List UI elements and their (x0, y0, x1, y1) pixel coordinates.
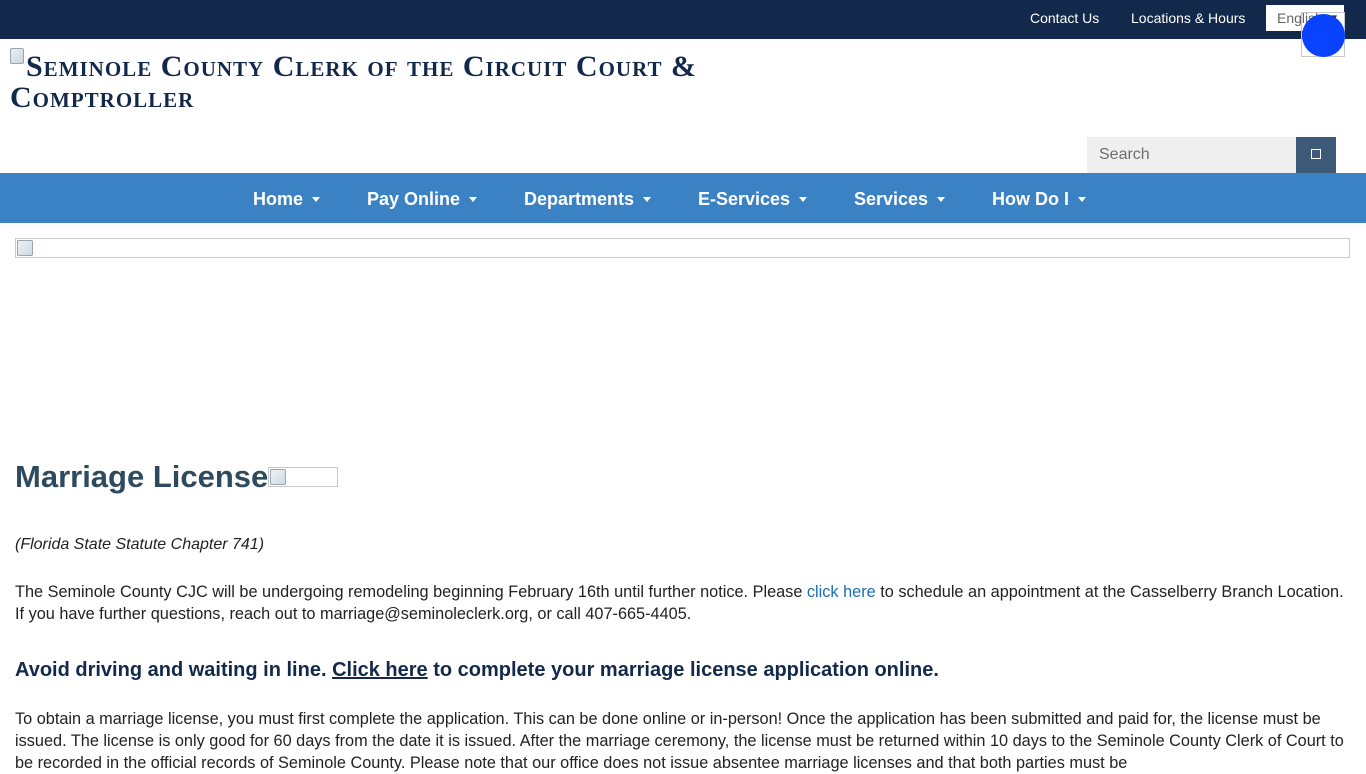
logo-alt-text: Seminole County Clerk of the Circuit Cou… (10, 50, 697, 114)
locations-hours-link[interactable]: Locations & Hours (1131, 10, 1245, 26)
caret-down-icon (643, 197, 652, 202)
nav-item-label: E-Services (698, 189, 791, 209)
remodeling-notice: The Seminole County CJC will be undergoi… (15, 581, 1351, 625)
main-navigation: Home Pay Online Departments E-Services S… (0, 173, 1366, 223)
nav-item-how-do-i[interactable]: How Do I (992, 189, 1086, 210)
nav-item-pay-online[interactable]: Pay Online (367, 189, 478, 210)
online-application-callout: Avoid driving and waiting in line. Click… (15, 659, 939, 682)
online-application-link[interactable]: Click here (332, 659, 428, 681)
schedule-appointment-link[interactable]: click here (807, 583, 876, 601)
nav-item-label: Pay Online (367, 189, 461, 209)
site-logo[interactable]: Seminole County Clerk of the Circuit Cou… (10, 48, 770, 113)
nav-item-label: How Do I (992, 189, 1069, 209)
top-utility-bar: Contact Us Locations & Hours English ▾ (0, 0, 1366, 39)
broken-image-icon (10, 48, 24, 64)
caret-down-icon (469, 197, 478, 202)
nav-item-label: Departments (524, 189, 635, 209)
callout-text-before: Avoid driving and waiting in line. (15, 659, 333, 681)
broken-image-icon (270, 469, 286, 485)
caret-down-icon (312, 197, 321, 202)
caret-down-icon (937, 197, 946, 202)
nav-item-label: Home (253, 189, 304, 209)
nav-item-label: Services (854, 189, 929, 209)
search-input[interactable] (1087, 137, 1296, 173)
caret-down-icon (1078, 197, 1086, 202)
nav-item-services[interactable]: Services (854, 189, 946, 210)
statute-reference: (Florida State Statute Chapter 741) (15, 536, 265, 553)
notice-text-before: The Seminole County CJC will be undergoi… (15, 583, 807, 601)
search-button[interactable] (1296, 137, 1336, 173)
callout-text-after: to complete your marriage license applic… (427, 659, 939, 681)
page-title: Marriage License (15, 459, 269, 494)
nav-item-departments[interactable]: Departments (524, 189, 652, 210)
contact-us-link[interactable]: Contact Us (1030, 10, 1099, 26)
caret-down-icon (799, 197, 808, 202)
nav-item-home[interactable]: Home (253, 189, 321, 210)
nav-item-e-services[interactable]: E-Services (698, 189, 808, 210)
search-icon (1311, 149, 1321, 159)
title-badge-image (268, 467, 338, 487)
broken-image-icon (17, 240, 33, 256)
marriage-license-instructions: To obtain a marriage license, you must f… (15, 710, 1344, 772)
accessibility-widget-button[interactable] (1302, 14, 1345, 57)
banner-image (15, 238, 1350, 258)
